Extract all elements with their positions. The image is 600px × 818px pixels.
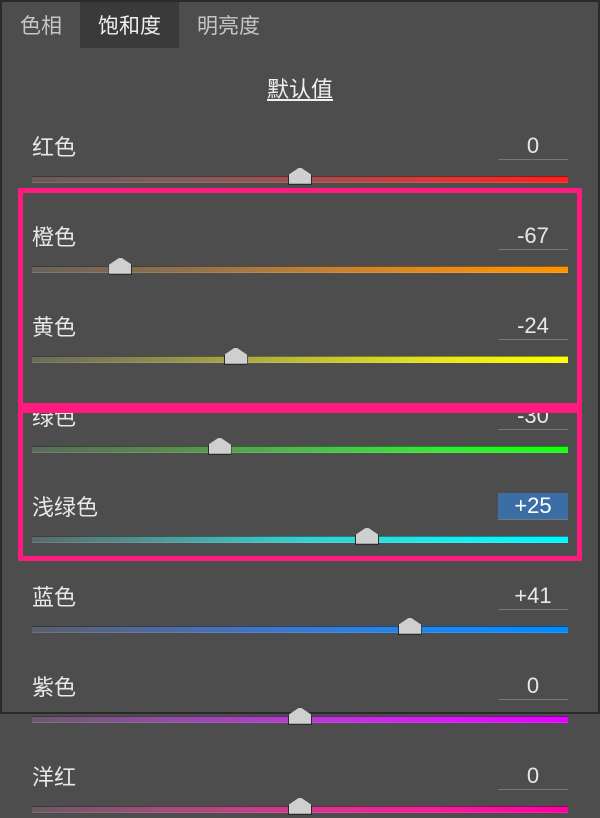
slider-value-purple[interactable]: 0 [498, 673, 568, 700]
slider-row-magenta: 洋红 0 [32, 760, 568, 818]
slider-track-yellow[interactable] [32, 352, 568, 368]
slider-track-magenta[interactable] [32, 802, 568, 818]
slider-thumb-magenta[interactable] [288, 797, 312, 815]
slider-label-purple: 紫色 [32, 670, 76, 702]
slider-label-green: 绿色 [32, 400, 76, 432]
slider-track-aqua[interactable] [32, 532, 568, 548]
slider-track-red[interactable] [32, 172, 568, 188]
slider-label-red: 红色 [32, 130, 76, 162]
slider-track-blue[interactable] [32, 622, 568, 638]
slider-row-yellow: 黄色 -24 [32, 310, 568, 368]
slider-row-orange: 橙色 -67 [32, 220, 568, 278]
slider-row-green: 绿色 -30 [32, 400, 568, 458]
tab-bar: 色相 饱和度 明亮度 [2, 2, 598, 48]
slider-thumb-green[interactable] [208, 437, 232, 455]
slider-label-aqua: 浅绿色 [32, 490, 98, 522]
slider-list: 红色 0 橙色 -67 黄色 -24 [2, 130, 598, 818]
slider-value-blue[interactable]: +41 [498, 583, 568, 610]
tab-hue[interactable]: 色相 [2, 2, 80, 48]
slider-label-orange: 橙色 [32, 220, 76, 252]
slider-thumb-orange[interactable] [108, 257, 132, 275]
slider-thumb-blue[interactable] [398, 617, 422, 635]
slider-value-yellow[interactable]: -24 [498, 313, 568, 340]
slider-value-green[interactable]: -30 [498, 403, 568, 430]
slider-label-blue: 蓝色 [32, 580, 76, 612]
slider-thumb-aqua[interactable] [355, 527, 379, 545]
slider-row-blue: 蓝色 +41 [32, 580, 568, 638]
slider-thumb-purple[interactable] [288, 707, 312, 725]
slider-value-aqua[interactable]: +25 [498, 493, 568, 520]
slider-thumb-red[interactable] [288, 167, 312, 185]
slider-value-red[interactable]: 0 [498, 133, 568, 160]
slider-label-magenta: 洋红 [32, 760, 76, 792]
tab-saturation[interactable]: 饱和度 [80, 2, 179, 48]
slider-row-red: 红色 0 [32, 130, 568, 188]
tab-luminance[interactable]: 明亮度 [179, 2, 278, 48]
slider-row-aqua: 浅绿色 +25 [32, 490, 568, 548]
slider-row-purple: 紫色 0 [32, 670, 568, 728]
slider-value-magenta[interactable]: 0 [498, 763, 568, 790]
slider-value-orange[interactable]: -67 [498, 223, 568, 250]
defaults-link[interactable]: 默认值 [2, 48, 598, 130]
slider-thumb-yellow[interactable] [224, 347, 248, 365]
slider-track-purple[interactable] [32, 712, 568, 728]
slider-track-green[interactable] [32, 442, 568, 458]
slider-track-orange[interactable] [32, 262, 568, 278]
slider-label-yellow: 黄色 [32, 310, 76, 342]
panel-frame: 色相 饱和度 明亮度 默认值 红色 0 橙色 -67 [0, 0, 600, 714]
